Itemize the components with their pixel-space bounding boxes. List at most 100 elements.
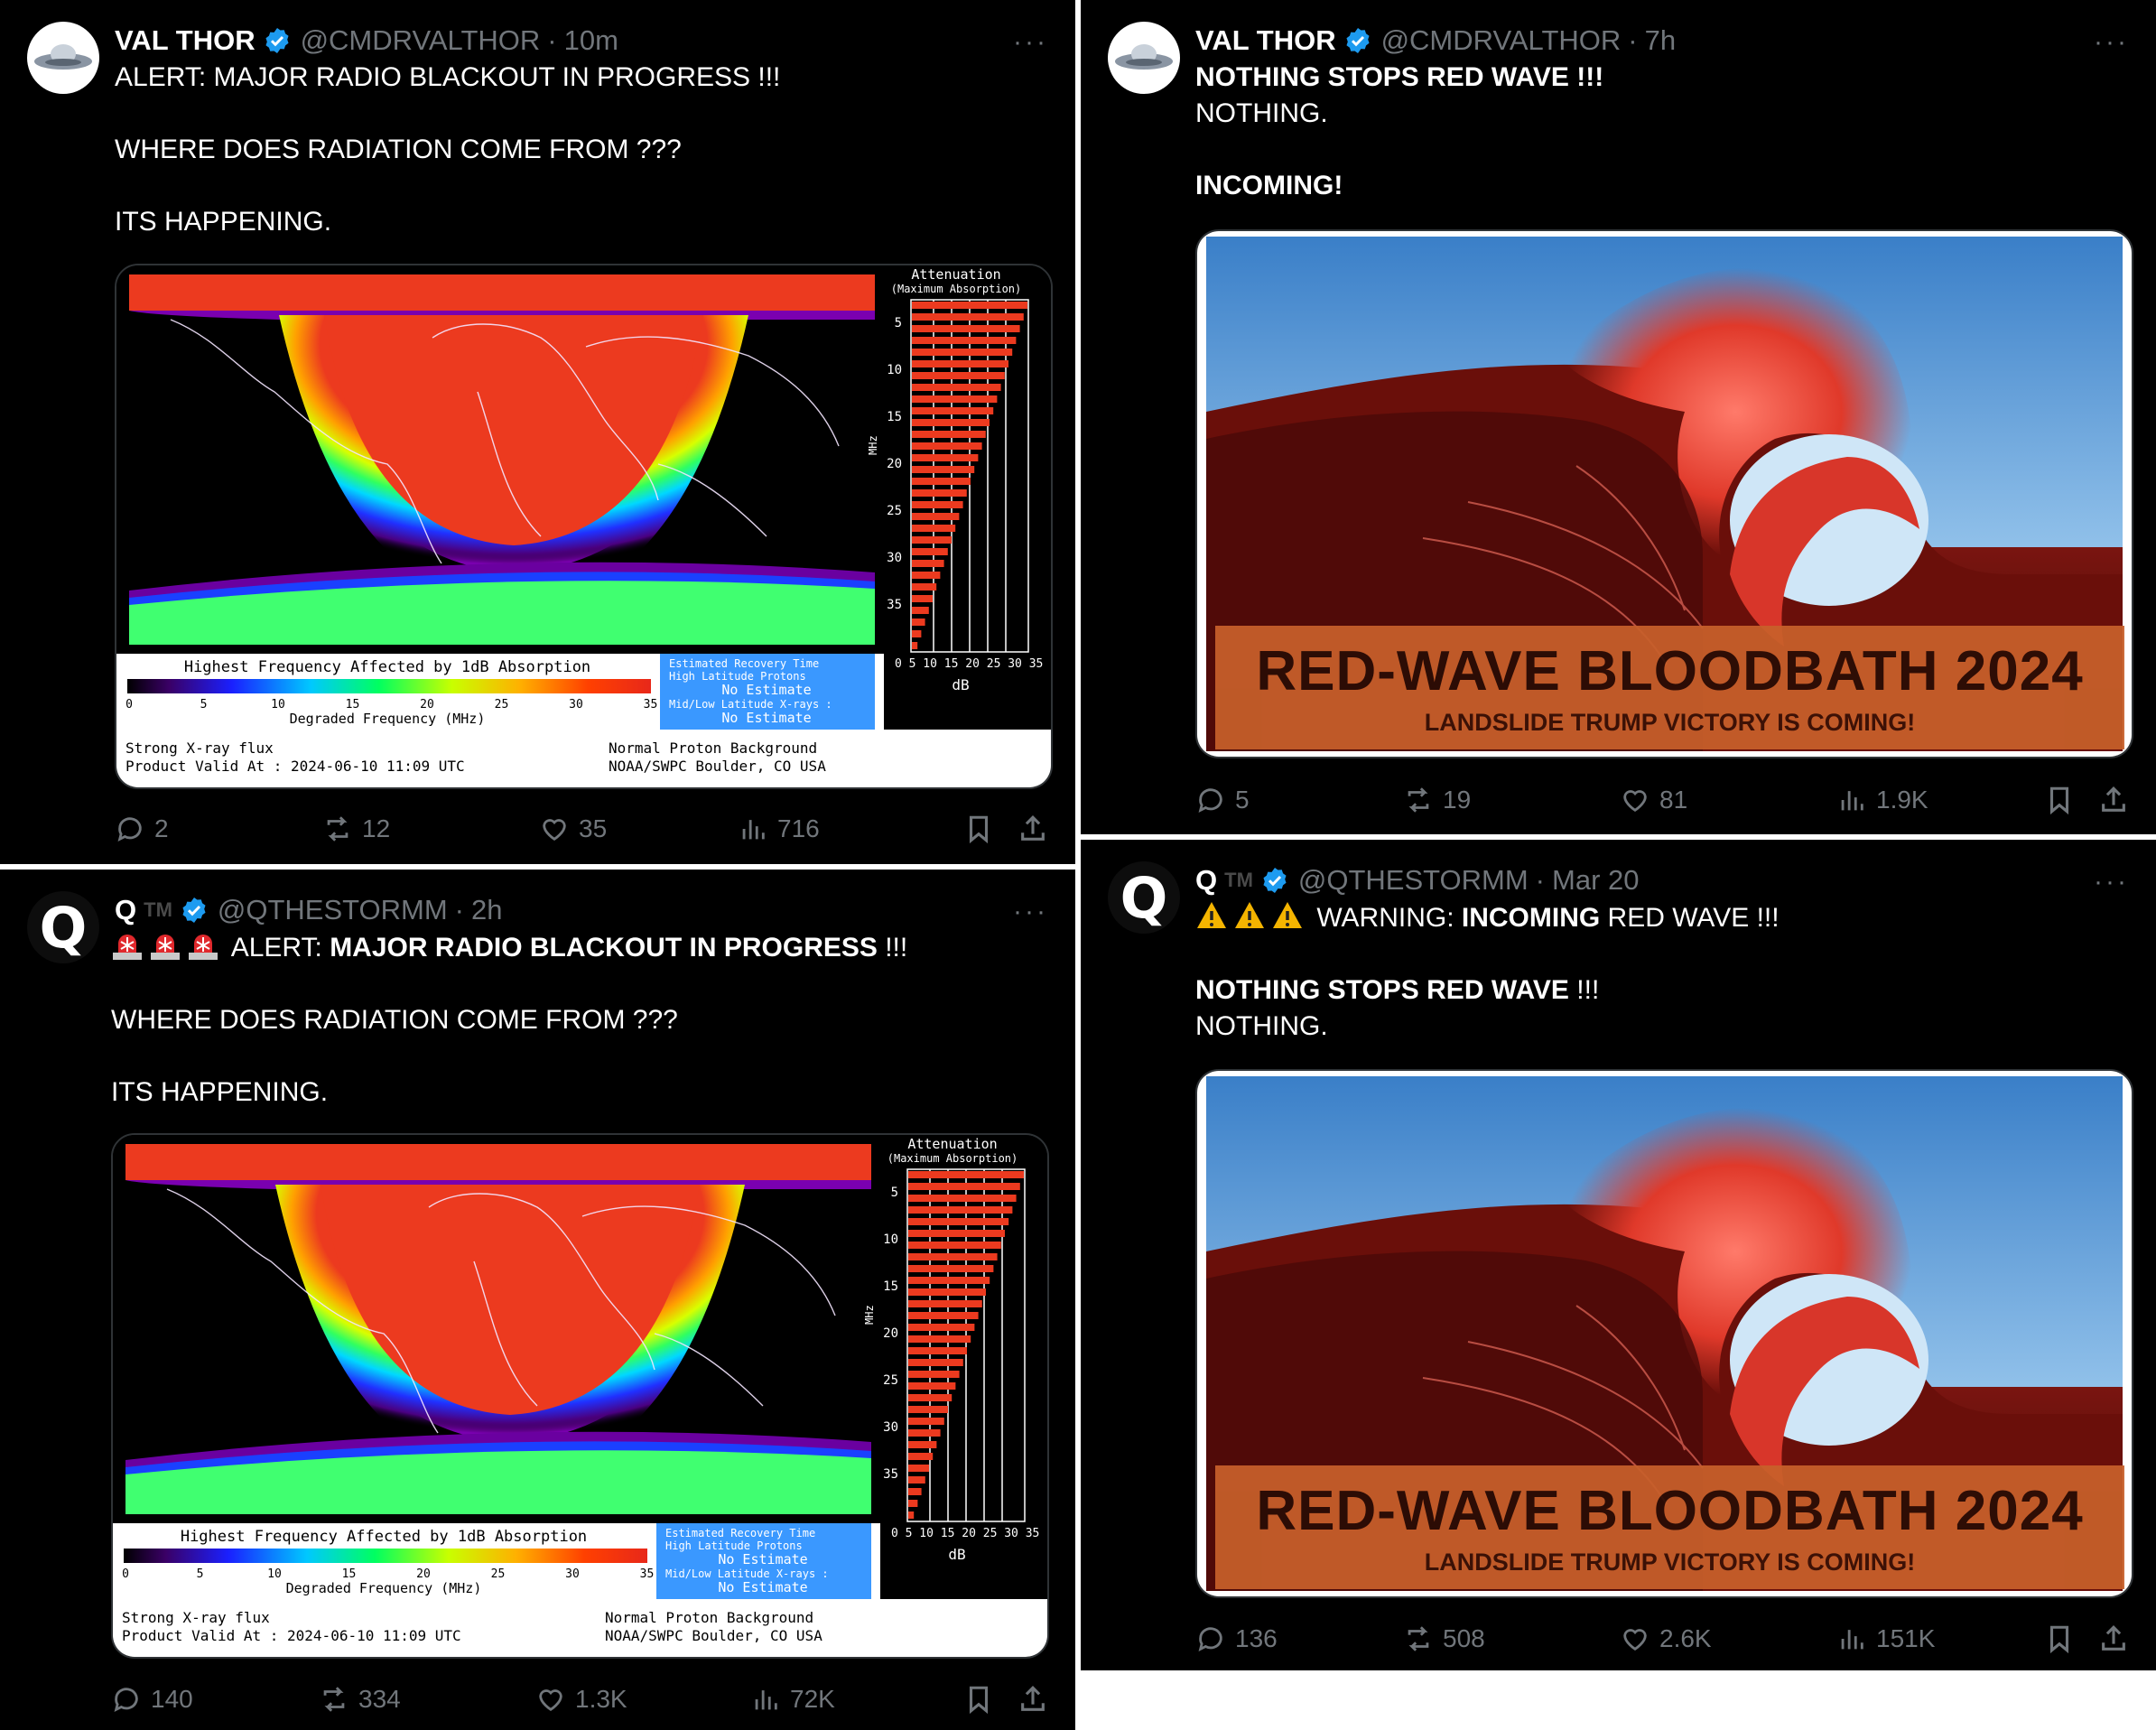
separator: · — [1628, 24, 1638, 56]
bookmark-icon[interactable] — [963, 814, 994, 844]
attenuation-bar — [912, 572, 941, 579]
author-handle[interactable]: @CMDRVALTHOR — [301, 24, 541, 57]
verified-icon — [182, 898, 206, 923]
author-name[interactable]: VAL THOR — [115, 24, 256, 57]
repost-button[interactable]: 12 — [322, 814, 539, 844]
wave-title: RED-WAVE BLOODBATH 2024 — [1256, 639, 2084, 702]
legend-tick: 25 — [491, 1567, 506, 1581]
attenuation-bar — [912, 466, 975, 473]
bookmark-icon[interactable] — [2044, 1623, 2075, 1654]
post-valthor-redwave[interactable]: VAL THOR @CMDRVALTHOR · 7h ··· NOTHING S… — [1081, 0, 2156, 834]
bookmark-icon[interactable] — [2044, 785, 2075, 815]
timestamp[interactable]: Mar 20 — [1552, 864, 1639, 897]
author-handle[interactable]: @QTHESTORMM — [1298, 864, 1529, 897]
avatar[interactable]: Q — [1108, 861, 1180, 934]
radio-blackout-map[interactable]: Attenuation (Maximum Absorption) 0 5 10 … — [115, 264, 1053, 789]
views-count: 72K — [790, 1685, 835, 1713]
views-button[interactable]: 72K — [750, 1684, 931, 1715]
like-button[interactable]: 81 — [1620, 785, 1836, 815]
wave-title: RED-WAVE BLOODBATH 2024 — [1256, 1479, 2084, 1542]
wave-banner: RED-WAVE BLOODBATH 2024 LANDSLIDE TRUMP … — [1215, 626, 2124, 749]
timestamp[interactable]: 2h — [471, 894, 502, 926]
repost-button[interactable]: 508 — [1403, 1623, 1620, 1654]
author-name[interactable]: Q — [115, 894, 136, 926]
attenuation-bar — [908, 1347, 967, 1354]
timestamp[interactable]: 7h — [1645, 24, 1676, 57]
author-name[interactable]: VAL THOR — [1195, 24, 1336, 57]
attenuation-bar — [908, 1253, 998, 1260]
atten-y-tick: 30 — [887, 551, 902, 565]
red-wave-image[interactable]: RED-WAVE BLOODBATH 2024 LANDSLIDE TRUMP … — [1195, 1069, 2133, 1598]
post-line: NOTHING STOPS RED WAVE !!! — [1195, 62, 1604, 92]
bookmark-icon[interactable] — [963, 1684, 994, 1715]
views-button[interactable]: 716 — [738, 814, 918, 844]
absorption-map-image: Attenuation (Maximum Absorption) 0 5 10 … — [116, 265, 1051, 787]
attenuation-bar — [908, 1371, 960, 1378]
attenuation-bar — [908, 1418, 944, 1425]
legend-tick: 5 — [197, 1567, 204, 1581]
post-line-bold: MAJOR RADIO BLACKOUT IN PROGRESS — [330, 933, 878, 963]
red-wave-image[interactable]: RED-WAVE BLOODBATH 2024 LANDSLIDE TRUMP … — [1195, 229, 2133, 758]
recovery-title: Estimated Recovery Time — [665, 1527, 815, 1539]
like-button[interactable]: 1.3K — [535, 1684, 750, 1715]
author-handle[interactable]: @CMDRVALTHOR — [1381, 24, 1622, 57]
attenuation-bar — [912, 372, 1005, 379]
more-icon[interactable]: ··· — [1013, 27, 1048, 58]
like-button[interactable]: 2.6K — [1620, 1623, 1836, 1654]
reply-button[interactable]: 5 — [1195, 785, 1403, 815]
avatar[interactable]: Q — [27, 891, 99, 963]
reply-button[interactable]: 140 — [111, 1684, 319, 1715]
like-count: 35 — [579, 814, 608, 842]
attenuation-bar — [912, 478, 971, 485]
views-button[interactable]: 1.9K — [1836, 785, 2017, 815]
atten-y-tick: 5 — [891, 1186, 898, 1200]
attenuation-bar — [908, 1324, 975, 1331]
attenuation-bar — [908, 1230, 1005, 1237]
attenuation-bar — [908, 1453, 934, 1460]
repost-icon — [323, 1687, 345, 1712]
attenuation-bar — [908, 1465, 929, 1472]
repost-count: 508 — [1443, 1624, 1485, 1652]
attenuation-bar — [908, 1488, 922, 1495]
attenuation-bar — [908, 1183, 1020, 1190]
share-icon[interactable] — [2098, 1623, 2129, 1654]
repost-button[interactable]: 334 — [319, 1684, 535, 1715]
avatar[interactable] — [1108, 22, 1180, 94]
wave-image: RED-WAVE BLOODBATH 2024 LANDSLIDE TRUMP … — [1197, 231, 2132, 757]
action-bar: 136 508 2.6K 151K — [1195, 1619, 2129, 1659]
reply-count: 2 — [154, 814, 169, 842]
views-count: 151K — [1876, 1624, 1936, 1652]
like-button[interactable]: 35 — [539, 814, 738, 844]
share-icon[interactable] — [2098, 785, 2129, 815]
timestamp[interactable]: 10m — [564, 24, 618, 57]
share-icon[interactable] — [1018, 1684, 1048, 1715]
post-valthor-radio[interactable]: VAL THOR @CMDRVALTHOR · 10m ··· ALERT: M… — [0, 0, 1075, 864]
author-handle[interactable]: @QTHESTORMM — [218, 894, 448, 926]
views-button[interactable]: 151K — [1836, 1623, 2017, 1654]
reply-icon — [1198, 1627, 1222, 1651]
attenuation-title: Attenuation — [911, 266, 1000, 283]
attenuation-bar — [908, 1500, 918, 1507]
repost-button[interactable]: 19 — [1403, 785, 1620, 815]
post-line-bold: INCOMING — [1461, 903, 1601, 933]
more-icon[interactable]: ··· — [2094, 27, 2129, 58]
post-line: ITS HAPPENING. — [111, 1077, 329, 1107]
reply-button[interactable]: 136 — [1195, 1623, 1403, 1654]
avatar[interactable] — [27, 22, 99, 94]
radio-blackout-map[interactable]: Attenuation (Maximum Absorption) 0 5 10 … — [111, 1133, 1049, 1659]
attenuation-bar — [912, 395, 998, 403]
repost-count: 334 — [358, 1685, 401, 1713]
more-icon[interactable]: ··· — [2094, 867, 2129, 898]
separator: · — [1535, 864, 1545, 896]
author-name[interactable]: Q — [1195, 864, 1217, 897]
post-header: VAL THOR @CMDRVALTHOR · 10m — [115, 22, 1048, 60]
more-icon[interactable]: ··· — [1013, 897, 1048, 927]
post-q-redwave[interactable]: Q Q TM @QTHESTORMM · Mar 20 ··· WARNING:… — [1081, 840, 2156, 1670]
reply-button[interactable]: 2 — [115, 814, 322, 844]
share-icon[interactable] — [1018, 814, 1048, 844]
post-line: WARNING: — [1316, 903, 1462, 933]
wave-banner: RED-WAVE BLOODBATH 2024 LANDSLIDE TRUMP … — [1215, 1465, 2124, 1589]
ufo-icon — [1115, 44, 1173, 70]
post-q-radio[interactable]: Q Q TM @QTHESTORMM · 2h ··· ALERT: MAJOR… — [0, 870, 1075, 1730]
reply-icon — [1198, 788, 1222, 813]
